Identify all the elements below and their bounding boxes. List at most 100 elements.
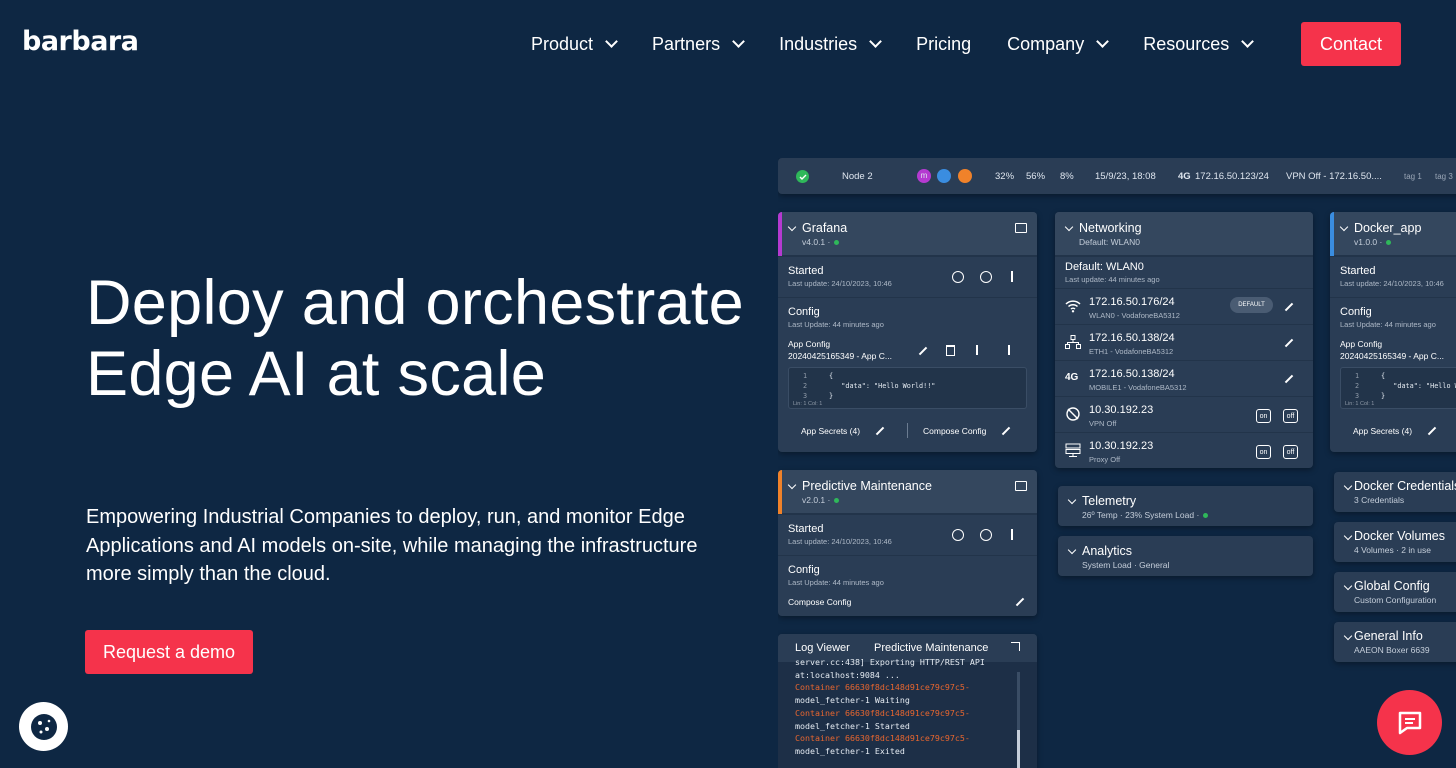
docker-volumes-card[interactable]: Docker Volumes 4 Volumes · 2 in use xyxy=(1334,522,1456,562)
app-name: Docker_app xyxy=(1354,221,1422,235)
log-line: model_fetcher-1 Started xyxy=(795,720,910,731)
app-name: Grafana xyxy=(802,221,848,235)
general-info-card[interactable]: General Info AAEON Boxer 6639 xyxy=(1334,622,1456,662)
play-icon[interactable] xyxy=(952,271,964,283)
compose-config-link[interactable]: Compose Config xyxy=(923,426,986,436)
stop-icon[interactable] xyxy=(980,271,992,283)
chevron-down-icon[interactable] xyxy=(1343,631,1353,641)
nav-product[interactable]: Product xyxy=(531,33,618,55)
chevron-down-icon[interactable] xyxy=(1067,495,1077,505)
compose-config-link[interactable]: Compose Config xyxy=(788,597,851,607)
config-section: Config Last Update: 44 minutes ago Compo… xyxy=(778,555,1037,616)
edit-icon[interactable] xyxy=(918,346,928,356)
code-editor[interactable]: 123 { "data": "Hello World!!"} Lin: 1 Co… xyxy=(788,367,1027,409)
network-row: 4G 172.16.50.138/24 MOBILE1 - VodafoneBA… xyxy=(1055,360,1313,396)
networking-title: Networking xyxy=(1079,221,1142,235)
nav-company[interactable]: Company xyxy=(1007,33,1110,55)
card-header[interactable]: Networking Default: WLAN0 xyxy=(1055,212,1313,256)
on-toggle[interactable]: on xyxy=(1256,409,1271,423)
card-header[interactable]: Grafana v4.0.1 · xyxy=(778,212,1037,256)
terminal-icon[interactable] xyxy=(1015,223,1027,233)
edit-icon[interactable] xyxy=(1284,302,1294,312)
status-section: Started Last update: 24/10/2023, 10:46 xyxy=(778,256,1037,297)
card-header[interactable]: Predictive Maintenance v2.0.1 · xyxy=(778,470,1037,514)
log-line: model_fetcher-1 Waiting xyxy=(795,695,910,706)
analytics-title: Analytics xyxy=(1082,544,1133,558)
app-config-file: 20240425165349 - App C... xyxy=(788,351,892,361)
global-config-card[interactable]: Global Config Custom Configuration xyxy=(1334,572,1456,612)
cpu-usage: 32% xyxy=(995,171,1015,182)
scrollbar[interactable] xyxy=(1017,672,1020,768)
chevron-down-icon xyxy=(732,35,745,48)
app-secrets-link[interactable]: App Secrets (4) xyxy=(1353,426,1412,436)
chevron-down-icon[interactable] xyxy=(1064,222,1074,232)
edit-icon[interactable] xyxy=(1284,338,1294,348)
version-text: v2.0.1 · xyxy=(802,495,831,505)
analytics-card[interactable]: Analytics System Load · General xyxy=(1058,536,1313,576)
item-meta: 4 Volumes · 2 in use xyxy=(1354,545,1432,555)
edit-icon[interactable] xyxy=(1284,374,1294,384)
chevron-down-icon[interactable] xyxy=(787,222,797,232)
tab-predictive-maintenance[interactable]: Predictive Maintenance xyxy=(874,642,988,654)
log-viewer: Log Viewer Predictive Maintenance server… xyxy=(778,634,1037,768)
item-title: Docker Volumes xyxy=(1354,529,1446,543)
off-toggle[interactable]: off xyxy=(1283,445,1298,459)
play-icon[interactable] xyxy=(952,529,964,541)
chevron-down-icon[interactable] xyxy=(1339,222,1349,232)
node-date: 15/9/23, 18:08 xyxy=(1095,171,1156,182)
upload-icon[interactable] xyxy=(1011,529,1013,540)
telemetry-card[interactable]: Telemetry 26º Temp · 23% System Load · xyxy=(1058,486,1313,526)
status-dot xyxy=(834,240,840,246)
app-badge-icon: m xyxy=(917,169,931,183)
nav-label: Company xyxy=(1007,33,1085,54)
chevron-down-icon[interactable] xyxy=(1343,581,1353,591)
vpn-status: VPN Off - 172.16.50.... xyxy=(1286,171,1382,182)
status-section: Started Last update: 24/10/2023, 10:46 xyxy=(778,514,1037,555)
chevron-down-icon xyxy=(1096,35,1110,48)
nav-label: Product xyxy=(531,33,594,54)
download-icon[interactable] xyxy=(1008,345,1010,355)
network-row: 10.30.192.23 Proxy Off on off xyxy=(1055,432,1313,468)
upload-icon[interactable] xyxy=(1011,271,1013,282)
tab-log-viewer[interactable]: Log Viewer xyxy=(795,642,850,654)
edit-icon[interactable] xyxy=(1427,426,1437,436)
terminal-icon[interactable] xyxy=(1015,481,1027,491)
edit-icon[interactable] xyxy=(1015,597,1025,607)
config-title: Config xyxy=(1340,306,1372,318)
chevron-down-icon[interactable] xyxy=(1343,481,1353,491)
delete-icon[interactable] xyxy=(946,345,955,356)
off-toggle[interactable]: off xyxy=(1283,409,1298,423)
main-nav: Product Partners Industries Pricing Comp… xyxy=(531,22,1288,66)
status-meta: Last update: 24/10/2023, 10:46 xyxy=(788,279,892,288)
cookie-settings-button[interactable] xyxy=(19,702,68,751)
docker-credentials-card[interactable]: Docker Credentials 3 Credentials xyxy=(1334,472,1456,512)
barbara-logo[interactable]: barbara xyxy=(22,26,139,57)
expand-icon[interactable] xyxy=(1011,642,1020,651)
contact-button[interactable]: Contact xyxy=(1301,22,1401,66)
grafana-icon xyxy=(958,169,972,183)
on-toggle[interactable]: on xyxy=(1256,445,1271,459)
chevron-down-icon[interactable] xyxy=(1343,531,1353,541)
nav-industries[interactable]: Industries xyxy=(779,34,882,55)
edit-icon[interactable] xyxy=(875,426,885,436)
item-meta: 3 Credentials xyxy=(1354,495,1405,505)
version-text: v4.0.1 · xyxy=(802,237,831,247)
nav-resources[interactable]: Resources xyxy=(1143,34,1255,55)
card-header[interactable]: Docker_app v1.0.0 · xyxy=(1330,212,1456,256)
code-editor[interactable]: 123 { "data": "Hello W} Lin: 1 Col: 1 xyxy=(1340,367,1456,409)
item-meta: Custom Configuration xyxy=(1354,595,1437,605)
nav-pricing[interactable]: Pricing xyxy=(916,34,971,55)
ip-meta: VPN Off xyxy=(1089,419,1117,428)
request-demo-button[interactable]: Request a demo xyxy=(85,630,253,674)
chevron-down-icon[interactable] xyxy=(1067,545,1077,555)
color-bar xyxy=(778,470,782,514)
stop-icon[interactable] xyxy=(980,529,992,541)
chevron-down-icon[interactable] xyxy=(787,480,797,490)
grafana-card: Grafana v4.0.1 · Started Last update: 24… xyxy=(778,212,1037,452)
upload-icon[interactable] xyxy=(976,345,978,355)
nav-label: Partners xyxy=(652,33,721,54)
nav-partners[interactable]: Partners xyxy=(652,33,745,55)
default-meta: Last update: 44 minutes ago xyxy=(1065,275,1160,284)
edit-icon[interactable] xyxy=(1001,426,1011,436)
app-secrets-link[interactable]: App Secrets (4) xyxy=(801,426,860,436)
